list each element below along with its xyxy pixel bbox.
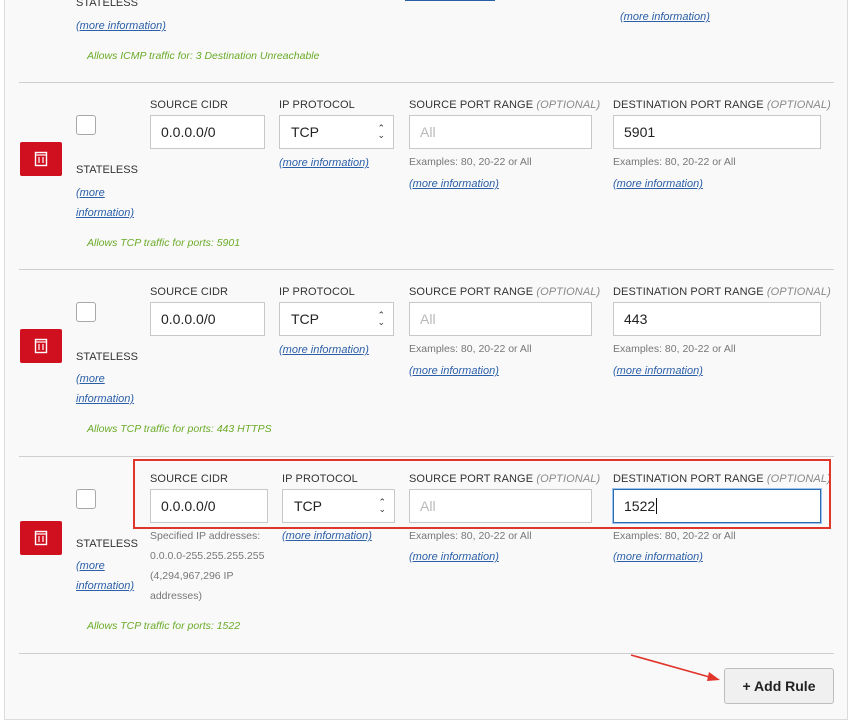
source-cidr-hint-line-1: Specified IP addresses: [150,530,261,542]
source-cidr-input[interactable]: 0.0.0.0/0 [150,115,265,149]
ip-protocol-label: IP PROTOCOL [279,286,355,298]
ip-protocol-value: TCP [291,124,319,140]
delete-rule-button[interactable] [20,521,62,555]
stateless-label: STATELESS [76,164,138,176]
dest-port-more-info-link[interactable]: (more information) [613,547,703,567]
highlight-box [133,459,831,529]
source-cidr-hint-line-2: 0.0.0.0-255.255.255.255 [150,550,265,562]
rule-description: Allows TCP traffic for ports: 1522 [87,620,241,632]
trash-icon [34,151,48,167]
dest-port-input[interactable]: 5901 [613,115,821,149]
source-port-label-text: SOURCE PORT RANGE [409,286,534,298]
source-port-more-info-link[interactable]: (more information) [409,361,499,381]
rule-divider [19,82,834,83]
dest-port-label: DESTINATION PORT RANGE (OPTIONAL) [613,99,831,111]
dest-port-more-info-link[interactable]: (more information) [620,7,710,27]
rule-divider [19,269,834,270]
protocol-more-info-link[interactable]: (more information) [279,153,369,173]
rule-description: Allows ICMP traffic for: 3 Destination U… [87,50,320,62]
source-port-label: SOURCE PORT RANGE (OPTIONAL) [409,286,600,298]
dest-port-hint: Examples: 80, 20-22 or All [613,530,736,542]
stateless-more-info-link-cont[interactable]: information) [76,389,134,409]
stateless-label: STATELESS [76,351,138,363]
annotation-arrow-icon [630,654,720,681]
trash-icon [34,338,48,354]
dest-port-hint: Examples: 80, 20-22 or All [613,343,736,355]
add-rule-button[interactable]: + Add Rule [724,668,834,704]
ip-protocol-select[interactable]: TCP ⌃ ⌄ [279,115,394,149]
dest-port-input[interactable]: 443 [613,302,821,336]
stateless-more-info-link-cont[interactable]: information) [76,203,134,223]
rule-divider [19,456,834,457]
stateless-checkbox[interactable] [76,302,96,322]
source-cidr-hint-line-4: addresses) [150,590,202,602]
dest-port-more-info-link[interactable]: (more information) [613,174,703,194]
source-port-hint: Examples: 80, 20-22 or All [409,530,532,542]
stateless-label: STATELESS [76,0,138,9]
select-chevron-icon: ⌃ ⌄ [377,123,385,140]
dest-port-more-info-link[interactable]: (more information) [613,361,703,381]
optional-tag: (OPTIONAL) [536,99,601,111]
trash-icon [34,530,48,546]
select-chevron-icon: ⌃ ⌄ [377,310,385,327]
source-port-more-info-link-partial[interactable] [405,0,495,1]
source-cidr-hint-line-3: (4,294,967,296 IP [150,570,234,582]
source-port-more-info-link[interactable]: (more information) [409,547,499,567]
protocol-more-info-link[interactable]: (more information) [279,340,369,360]
stateless-more-info-link[interactable]: (more [76,556,105,576]
stateless-more-info-link-cont[interactable]: information) [76,576,134,596]
source-port-more-info-link[interactable]: (more information) [409,174,499,194]
stateless-more-info-link[interactable]: (more [76,183,105,203]
dest-port-label: DESTINATION PORT RANGE (OPTIONAL) [613,286,831,298]
delete-rule-button[interactable] [20,142,62,176]
rule-description: Allows TCP traffic for ports: 443 HTTPS [87,423,272,435]
stateless-checkbox[interactable] [76,489,96,509]
source-port-hint: Examples: 80, 20-22 or All [409,156,532,168]
ip-protocol-label: IP PROTOCOL [279,99,355,111]
optional-tag: (OPTIONAL) [536,286,601,298]
ip-protocol-select[interactable]: TCP ⌃ ⌄ [279,302,394,336]
dest-port-label-text: DESTINATION PORT RANGE [613,286,764,298]
stateless-label: STATELESS [76,538,138,550]
dest-port-hint: Examples: 80, 20-22 or All [613,156,736,168]
source-port-input[interactable]: All [409,302,592,336]
stateless-more-info-link[interactable]: (more [76,369,105,389]
stateless-checkbox[interactable] [76,115,96,135]
protocol-more-info-link[interactable]: (more information) [282,526,372,546]
source-port-input[interactable]: All [409,115,592,149]
source-port-label-text: SOURCE PORT RANGE [409,99,534,111]
stateless-more-info-link[interactable]: (more information) [76,16,166,36]
source-cidr-label: SOURCE CIDR [150,286,229,298]
rule-description: Allows TCP traffic for ports: 5901 [87,237,241,249]
ip-protocol-value: TCP [291,311,319,327]
source-port-label: SOURCE PORT RANGE (OPTIONAL) [409,99,600,111]
source-cidr-label: SOURCE CIDR [150,99,229,111]
source-cidr-input[interactable]: 0.0.0.0/0 [150,302,265,336]
optional-tag: (OPTIONAL) [766,286,831,298]
delete-rule-button[interactable] [20,329,62,363]
dest-port-label-text: DESTINATION PORT RANGE [613,99,764,111]
source-port-hint: Examples: 80, 20-22 or All [409,343,532,355]
optional-tag: (OPTIONAL) [766,99,831,111]
